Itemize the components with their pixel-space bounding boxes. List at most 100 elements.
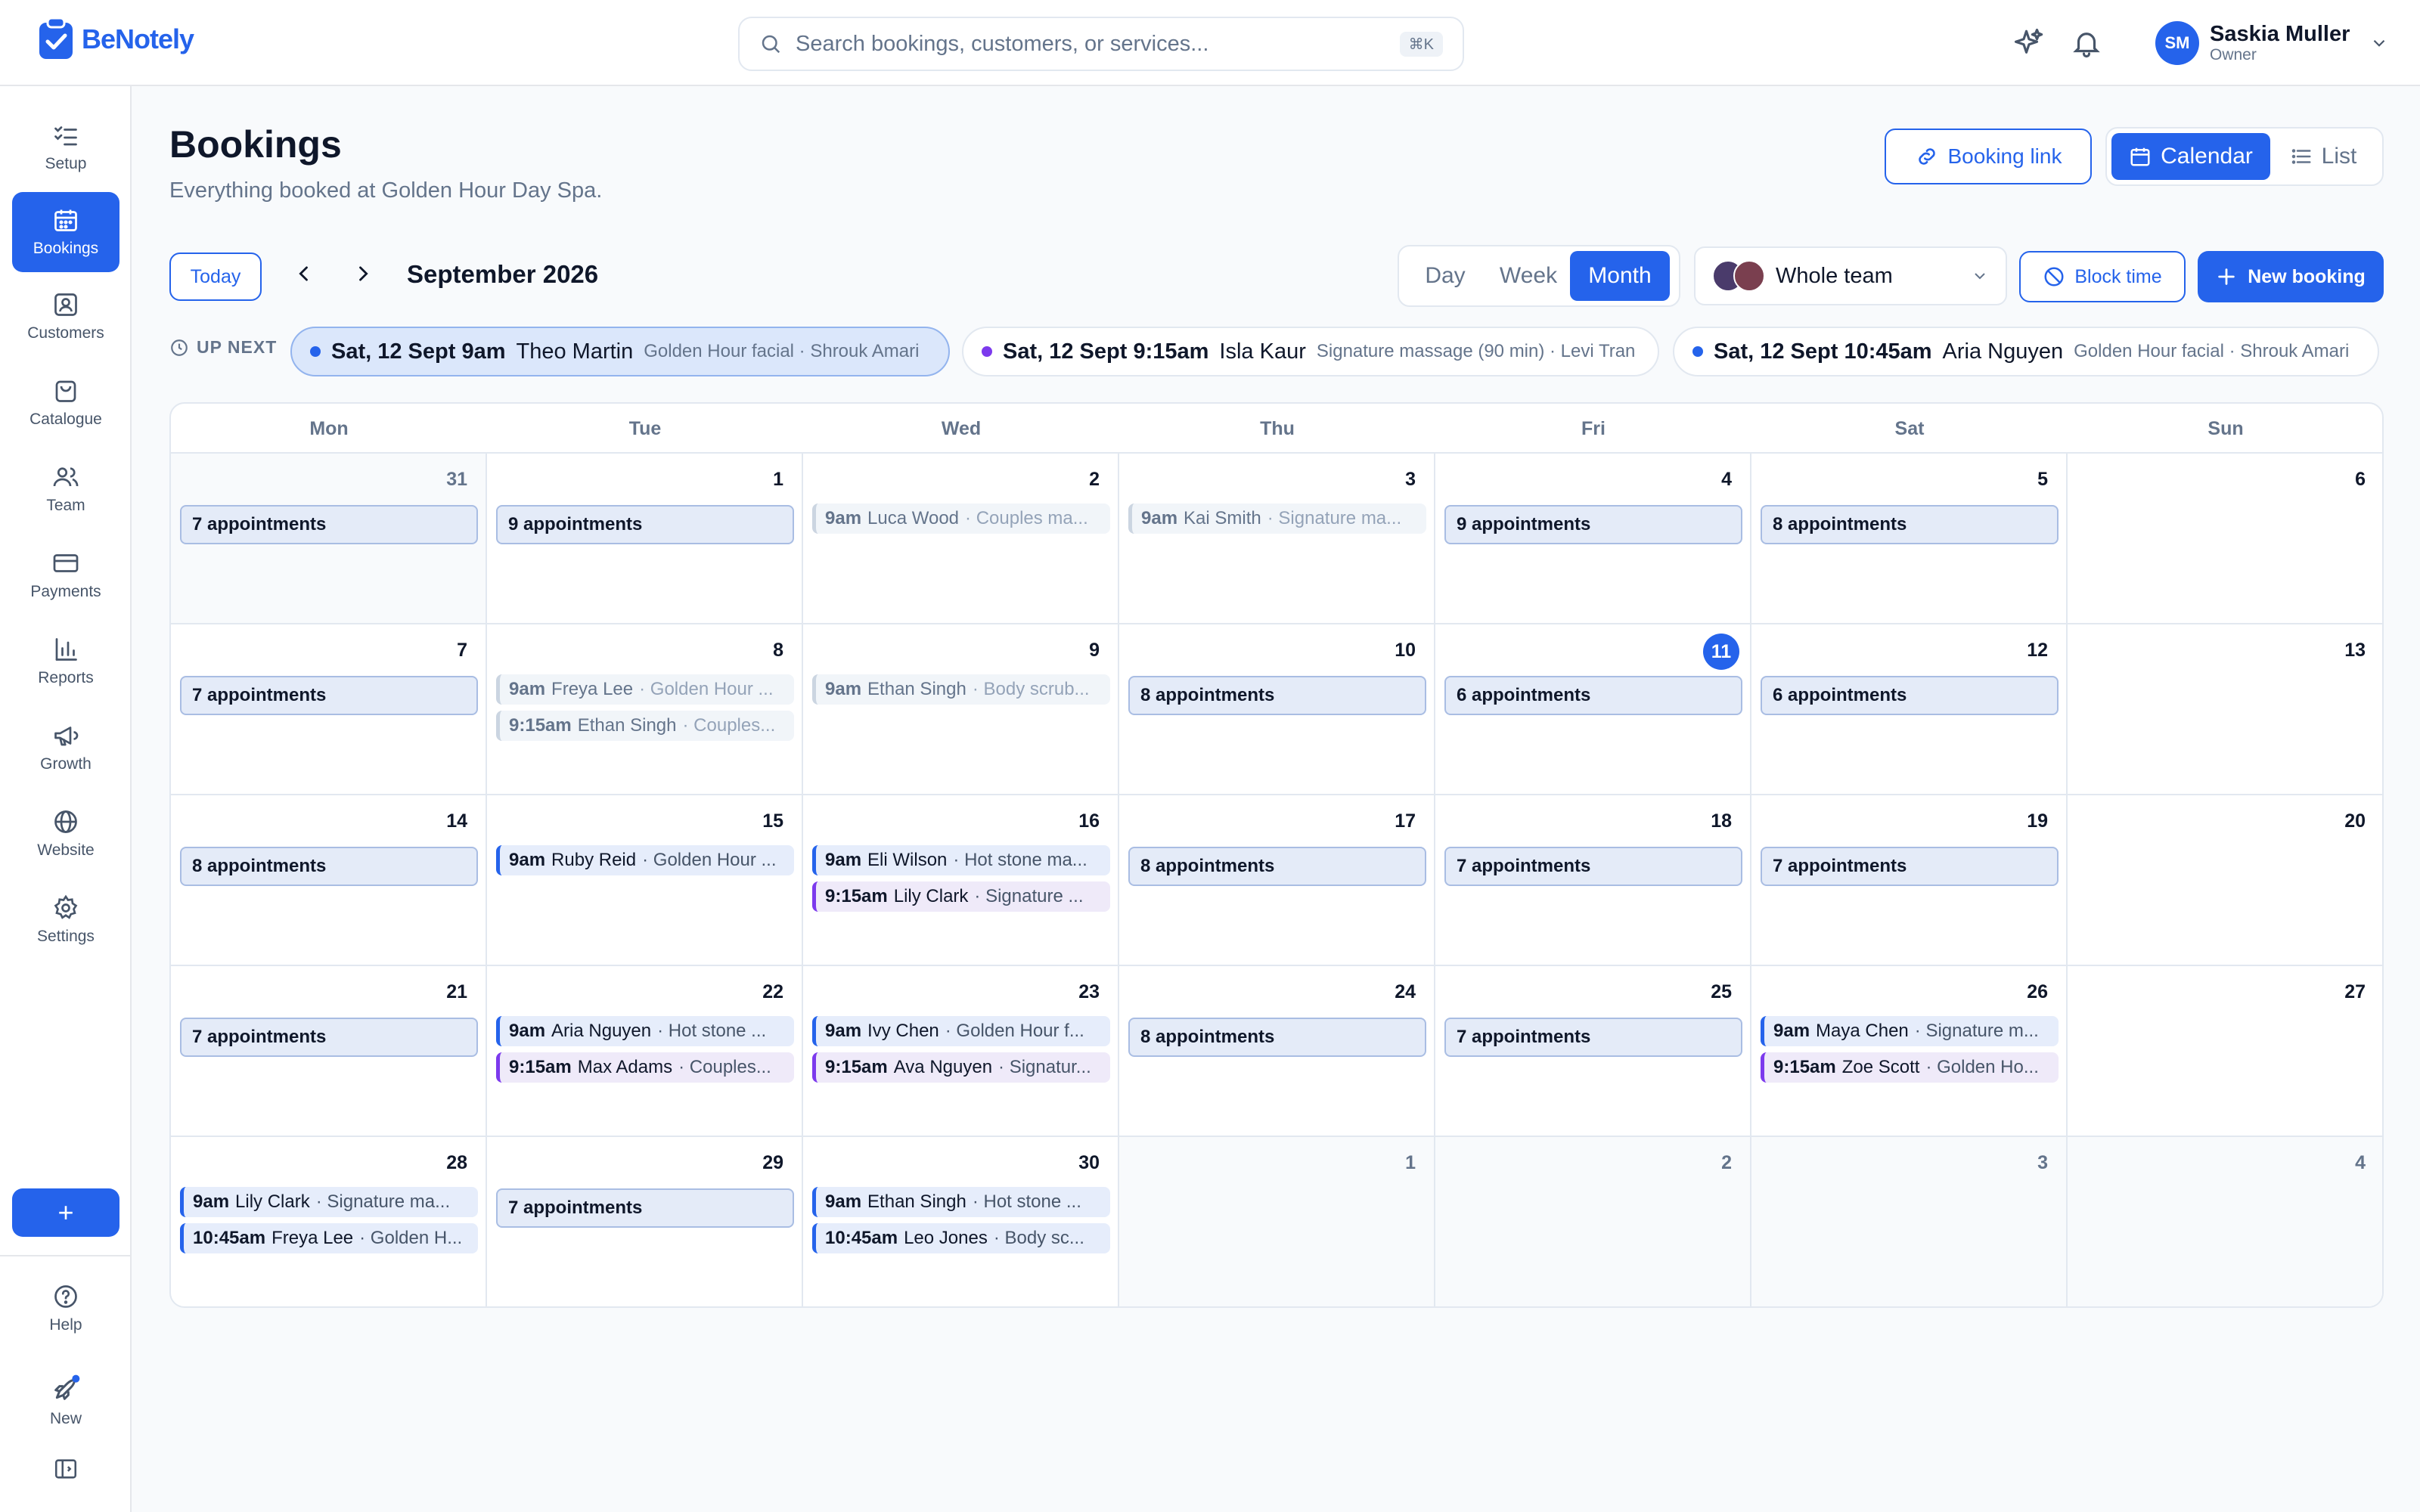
day-cell[interactable]: 25 7 appointments <box>1435 966 1751 1137</box>
day-cell[interactable]: 6 <box>2068 454 2382 624</box>
block-time-button[interactable]: Block time <box>2019 251 2186 302</box>
appointment-chip[interactable]: 9am Maya Chen · Signature m... <box>1761 1016 2059 1046</box>
appointment-count-chip[interactable]: 8 appointments <box>1128 1018 1426 1057</box>
sidebar-item-catalogue[interactable]: Catalogue <box>12 363 119 443</box>
up-next-item[interactable]: Sat, 12 Sept 9am Theo Martin Golden Hour… <box>290 327 950 376</box>
day-cell[interactable]: 13 <box>2068 624 2382 795</box>
appointment-count-chip[interactable]: 6 appointments <box>1444 676 1742 715</box>
day-cell[interactable]: 9 9am Ethan Singh · Body scrub... <box>803 624 1119 795</box>
day-cell[interactable]: 24 8 appointments <box>1119 966 1435 1137</box>
appointment-count-chip[interactable]: 6 appointments <box>1761 676 2059 715</box>
appointment-chip[interactable]: 9am Ethan Singh · Body scrub... <box>812 674 1110 705</box>
chevron-right-icon[interactable] <box>352 263 374 284</box>
day-cell[interactable]: 3 <box>1751 1137 2068 1306</box>
day-cell[interactable]: 8 9am Freya Lee · Golden Hour ... 9:15am Etha… <box>487 624 803 795</box>
day-cell[interactable]: 11 6 appointments <box>1435 624 1751 795</box>
appointment-chip[interactable]: 9am Aria Nguyen · Hot stone ... <box>496 1016 794 1046</box>
sidebar-item-settings[interactable]: Settings <box>12 880 119 960</box>
day-cell[interactable]: 15 9am Ruby Reid · Golden Hour ... <box>487 795 803 966</box>
sidebar-item-bookings[interactable]: Bookings <box>12 192 119 272</box>
sparkle-icon[interactable] <box>2013 27 2045 59</box>
day-cell[interactable]: 7 7 appointments <box>171 624 487 795</box>
appointment-count-chip[interactable]: 8 appointments <box>1761 505 2059 544</box>
day-cell[interactable]: 4 <box>2068 1137 2382 1306</box>
sidebar-item-reports[interactable]: Reports <box>12 621 119 702</box>
day-cell[interactable]: 29 7 appointments <box>487 1137 803 1306</box>
day-cell[interactable]: 22 9am Aria Nguyen · Hot stone ... 9:15am Max… <box>487 966 803 1137</box>
user-menu[interactable]: SM Saskia Muller Owner <box>2155 21 2389 65</box>
day-cell[interactable]: 23 9am Ivy Chen · Golden Hour f... 9:15am Ava… <box>803 966 1119 1137</box>
day-cell[interactable]: 26 9am Maya Chen · Signature m... 9:15am Zoe … <box>1751 966 2068 1137</box>
day-cell[interactable]: 2 <box>1435 1137 1751 1306</box>
appointment-chip[interactable]: 9am Luca Wood · Couples ma... <box>812 503 1110 534</box>
sidebar-item-setup[interactable]: Setup <box>12 107 119 187</box>
day-cell[interactable]: 28 9am Lily Clark · Signature ma... 10:45am F… <box>171 1137 487 1306</box>
appointment-chip[interactable]: 9:15am Ava Nguyen · Signatur... <box>812 1052 1110 1083</box>
list-view-button[interactable]: List <box>2270 133 2376 180</box>
day-cell[interactable]: 21 7 appointments <box>171 966 487 1137</box>
appointment-chip[interactable]: 9am Lily Clark · Signature ma... <box>180 1187 478 1217</box>
day-cell[interactable]: 18 7 appointments <box>1435 795 1751 966</box>
appointment-count-chip[interactable]: 7 appointments <box>1444 1018 1742 1057</box>
day-cell[interactable]: 3 9am Kai Smith · Signature ma... <box>1119 454 1435 624</box>
search-input[interactable]: Search bookings, customers, or services.… <box>738 17 1464 71</box>
day-cell[interactable]: 20 <box>2068 795 2382 966</box>
day-cell[interactable]: 4 9 appointments <box>1435 454 1751 624</box>
appointment-count-chip[interactable]: 7 appointments <box>180 505 478 544</box>
bell-icon[interactable] <box>2071 27 2102 59</box>
appointment-chip[interactable]: 9am Kai Smith · Signature ma... <box>1128 503 1426 534</box>
day-view-tab[interactable]: Day <box>1404 251 1487 301</box>
appointment-chip[interactable]: 9am Eli Wilson · Hot stone ma... <box>812 845 1110 875</box>
appointment-count-chip[interactable]: 8 appointments <box>1128 847 1426 886</box>
day-cell[interactable]: 1 <box>1119 1137 1435 1306</box>
team-filter-select[interactable]: Whole team <box>1694 246 2007 305</box>
appointment-count-chip[interactable]: 8 appointments <box>1128 676 1426 715</box>
appointment-count-chip[interactable]: 7 appointments <box>180 676 478 715</box>
appointment-chip[interactable]: 9:15am Max Adams · Couples... <box>496 1052 794 1083</box>
appointment-chip[interactable]: 9:15am Ethan Singh · Couples... <box>496 711 794 741</box>
appointment-chip[interactable]: 10:45am Leo Jones · Body sc... <box>812 1223 1110 1253</box>
appointment-count-chip[interactable]: 7 appointments <box>1761 847 2059 886</box>
calendar-view-button[interactable]: Calendar <box>2111 133 2270 180</box>
day-cell[interactable]: 5 8 appointments <box>1751 454 2068 624</box>
day-cell[interactable]: 30 9am Ethan Singh · Hot stone ... 10:45am Le… <box>803 1137 1119 1306</box>
sidebar-item-payments[interactable]: Payments <box>12 535 119 615</box>
appointment-count-chip[interactable]: 7 appointments <box>496 1188 794 1228</box>
day-cell[interactable]: 31 7 appointments <box>171 454 487 624</box>
up-next-item[interactable]: Sat, 12 Sept 9:15am Isla Kaur Signature … <box>962 327 1659 376</box>
day-cell[interactable]: 14 8 appointments <box>171 795 487 966</box>
day-cell[interactable]: 12 6 appointments <box>1751 624 2068 795</box>
appointment-chip[interactable]: 9am Ivy Chen · Golden Hour f... <box>812 1016 1110 1046</box>
appointment-count-chip[interactable]: 7 appointments <box>180 1018 478 1057</box>
day-cell[interactable]: 19 7 appointments <box>1751 795 2068 966</box>
sidebar-item-customers[interactable]: Customers <box>12 277 119 357</box>
appointment-chip[interactable]: 10:45am Freya Lee · Golden H... <box>180 1223 478 1253</box>
appointment-count-chip[interactable]: 9 appointments <box>496 505 794 544</box>
sidebar-item-help[interactable]: Help <box>12 1269 119 1349</box>
day-cell[interactable]: 2 9am Luca Wood · Couples ma... <box>803 454 1119 624</box>
appointment-count-chip[interactable]: 7 appointments <box>1444 847 1742 886</box>
today-button[interactable]: Today <box>169 253 262 301</box>
up-next-item[interactable]: Sat, 12 Sept 10:45am Aria Nguyen Golden … <box>1673 327 2379 376</box>
collapse-sidebar-icon[interactable] <box>53 1456 79 1482</box>
quick-add-button[interactable]: + <box>12 1188 119 1237</box>
app-logo[interactable]: BeNotely <box>36 17 194 62</box>
new-booking-button[interactable]: New booking <box>2198 251 2384 302</box>
appointment-count-chip[interactable]: 9 appointments <box>1444 505 1742 544</box>
week-view-tab[interactable]: Week <box>1487 251 1570 301</box>
sidebar-item-new[interactable]: New <box>12 1361 119 1441</box>
appointment-chip[interactable]: 9am Ethan Singh · Hot stone ... <box>812 1187 1110 1217</box>
day-cell[interactable]: 10 8 appointments <box>1119 624 1435 795</box>
appointment-chip[interactable]: 9:15am Zoe Scott · Golden Ho... <box>1761 1052 2059 1083</box>
day-cell[interactable]: 27 <box>2068 966 2382 1137</box>
month-view-tab[interactable]: Month <box>1570 251 1670 301</box>
booking-link-button[interactable]: Booking link <box>1885 129 2092 184</box>
day-cell[interactable]: 16 9am Eli Wilson · Hot stone ma... 9:15am Li… <box>803 795 1119 966</box>
chevron-left-icon[interactable] <box>293 263 315 284</box>
appointment-chip[interactable]: 9am Ruby Reid · Golden Hour ... <box>496 845 794 875</box>
appointment-chip[interactable]: 9:15am Lily Clark · Signature ... <box>812 881 1110 912</box>
appointment-chip[interactable]: 9am Freya Lee · Golden Hour ... <box>496 674 794 705</box>
sidebar-item-team[interactable]: Team <box>12 449 119 529</box>
sidebar-item-growth[interactable]: Growth <box>12 708 119 788</box>
appointment-count-chip[interactable]: 8 appointments <box>180 847 478 886</box>
